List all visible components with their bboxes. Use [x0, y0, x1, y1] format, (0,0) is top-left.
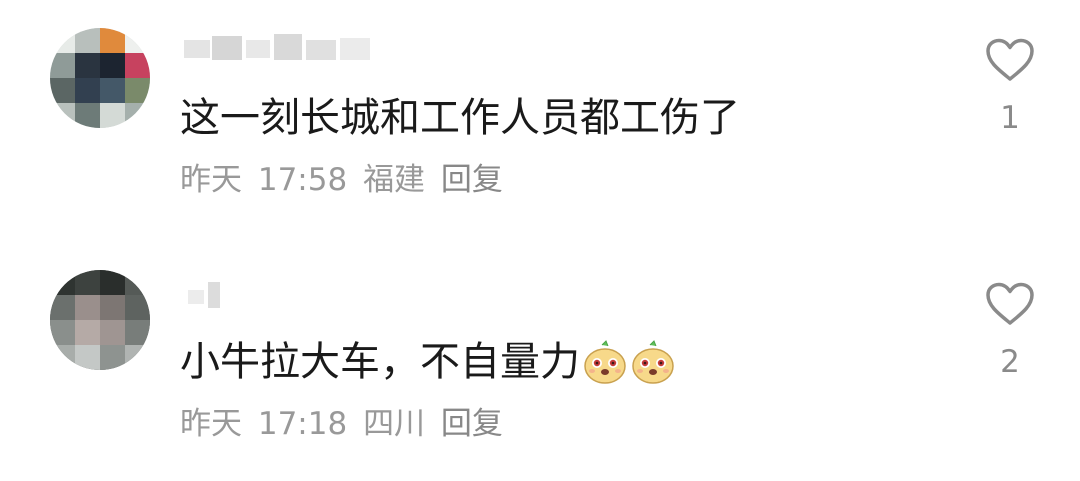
comment-time: 17:18	[257, 406, 348, 442]
comment-body: 这一刻长城和工作人员都工伤了	[180, 95, 740, 141]
comment-time: 17:58	[257, 162, 348, 198]
cute-face-emoji	[582, 339, 628, 385]
username-blurred[interactable]	[180, 28, 380, 68]
like-count: 2	[1000, 344, 1020, 380]
comment-meta: 昨天 17:18 四川 回复	[180, 404, 509, 444]
reply-button[interactable]: 回复	[441, 406, 503, 442]
comment-date: 昨天	[180, 162, 242, 198]
like-control[interactable]: 2	[980, 282, 1040, 380]
heart-outline-icon[interactable]	[985, 38, 1035, 82]
comment-text: 小牛拉大车，不自量力	[180, 338, 676, 386]
comment-location: 福建	[363, 162, 426, 198]
heart-outline-icon[interactable]	[985, 282, 1035, 326]
reply-button[interactable]: 回复	[441, 162, 503, 198]
comment-item: 小牛拉大车，不自量力 昨天 17:18 四川 回复 2	[0, 240, 1080, 481]
like-count: 1	[1000, 100, 1020, 136]
comment-date: 昨天	[180, 406, 242, 442]
comment-text: 这一刻长城和工作人员都工伤了	[180, 94, 740, 142]
cute-face-emoji	[630, 339, 676, 385]
comment-item: 这一刻长城和工作人员都工伤了 昨天 17:58 福建 回复 1	[0, 0, 1080, 230]
username-blurred[interactable]	[180, 276, 260, 316]
comment-meta: 昨天 17:58 福建 回复	[180, 160, 509, 200]
comment-location: 四川	[363, 406, 426, 442]
comment-body: 小牛拉大车，不自量力	[180, 339, 580, 385]
avatar[interactable]	[50, 270, 150, 370]
like-control[interactable]: 1	[980, 38, 1040, 136]
avatar[interactable]	[50, 28, 150, 128]
